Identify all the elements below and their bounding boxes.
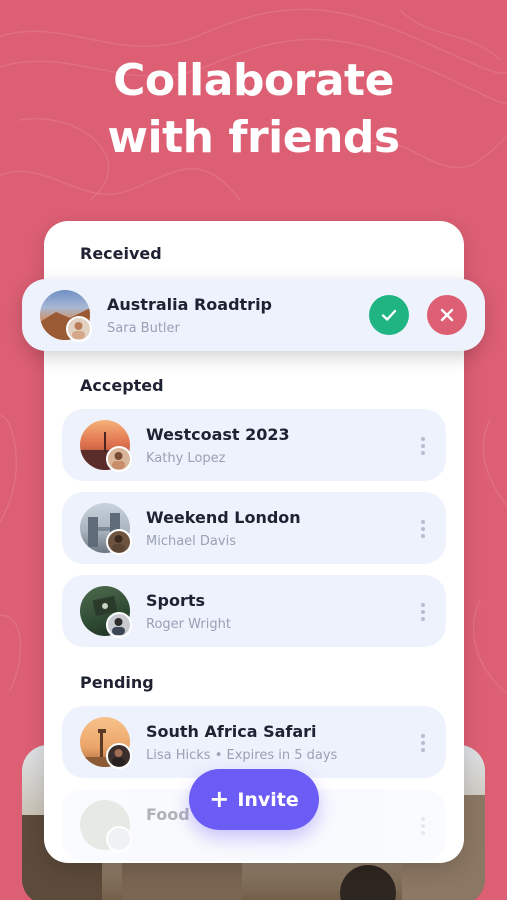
trip-title: Weekend London xyxy=(146,508,301,527)
trip-status: Lisa Hicks • Expires in 5 days xyxy=(146,748,338,763)
user-avatar xyxy=(106,826,132,852)
received-invitation-row[interactable]: Australia Roadtrip Sara Butler xyxy=(22,279,485,351)
trip-row-westcoast[interactable]: Westcoast 2023 Kathy Lopez xyxy=(62,409,446,481)
user-avatar xyxy=(106,529,132,555)
trip-title: Sports xyxy=(146,591,206,610)
trip-title: South Africa Safari xyxy=(146,722,317,741)
trip-owner: Kathy Lopez xyxy=(146,451,226,466)
section-received-label: Received xyxy=(80,244,162,263)
section-pending-label: Pending xyxy=(80,673,154,692)
invite-button[interactable]: + Invite xyxy=(189,769,319,830)
more-vertical-icon[interactable] xyxy=(418,520,428,538)
more-vertical-icon[interactable] xyxy=(418,437,428,455)
trip-owner: Sara Butler xyxy=(107,321,180,336)
user-avatar xyxy=(106,446,132,472)
trip-row-sports[interactable]: Sports Roger Wright xyxy=(62,575,446,647)
close-icon xyxy=(440,308,454,322)
decline-button[interactable] xyxy=(427,295,467,335)
trip-row-safari[interactable]: South Africa Safari Lisa Hicks • Expires… xyxy=(62,706,446,778)
user-avatar xyxy=(106,612,132,638)
plus-icon: + xyxy=(209,784,230,813)
more-vertical-icon[interactable] xyxy=(418,603,428,621)
headline-line-2: with friends xyxy=(107,112,400,163)
trip-title: Food xyxy=(146,805,190,824)
more-vertical-icon[interactable] xyxy=(418,734,428,752)
section-accepted-label: Accepted xyxy=(80,376,164,395)
trip-owner: Michael Davis xyxy=(146,534,236,549)
headline-line-1: Collaborate xyxy=(113,55,394,106)
check-icon xyxy=(381,309,397,321)
trip-row-london[interactable]: Weekend London Michael Davis xyxy=(62,492,446,564)
trip-owner: Roger Wright xyxy=(146,617,231,632)
headline: Collaborate with friends xyxy=(0,52,507,166)
more-vertical-icon[interactable] xyxy=(418,817,428,835)
trip-title: Westcoast 2023 xyxy=(146,425,290,444)
trip-title: Australia Roadtrip xyxy=(107,295,273,314)
invite-label: Invite xyxy=(237,788,299,811)
user-avatar xyxy=(66,316,92,342)
user-avatar xyxy=(106,743,132,769)
accept-button[interactable] xyxy=(369,295,409,335)
